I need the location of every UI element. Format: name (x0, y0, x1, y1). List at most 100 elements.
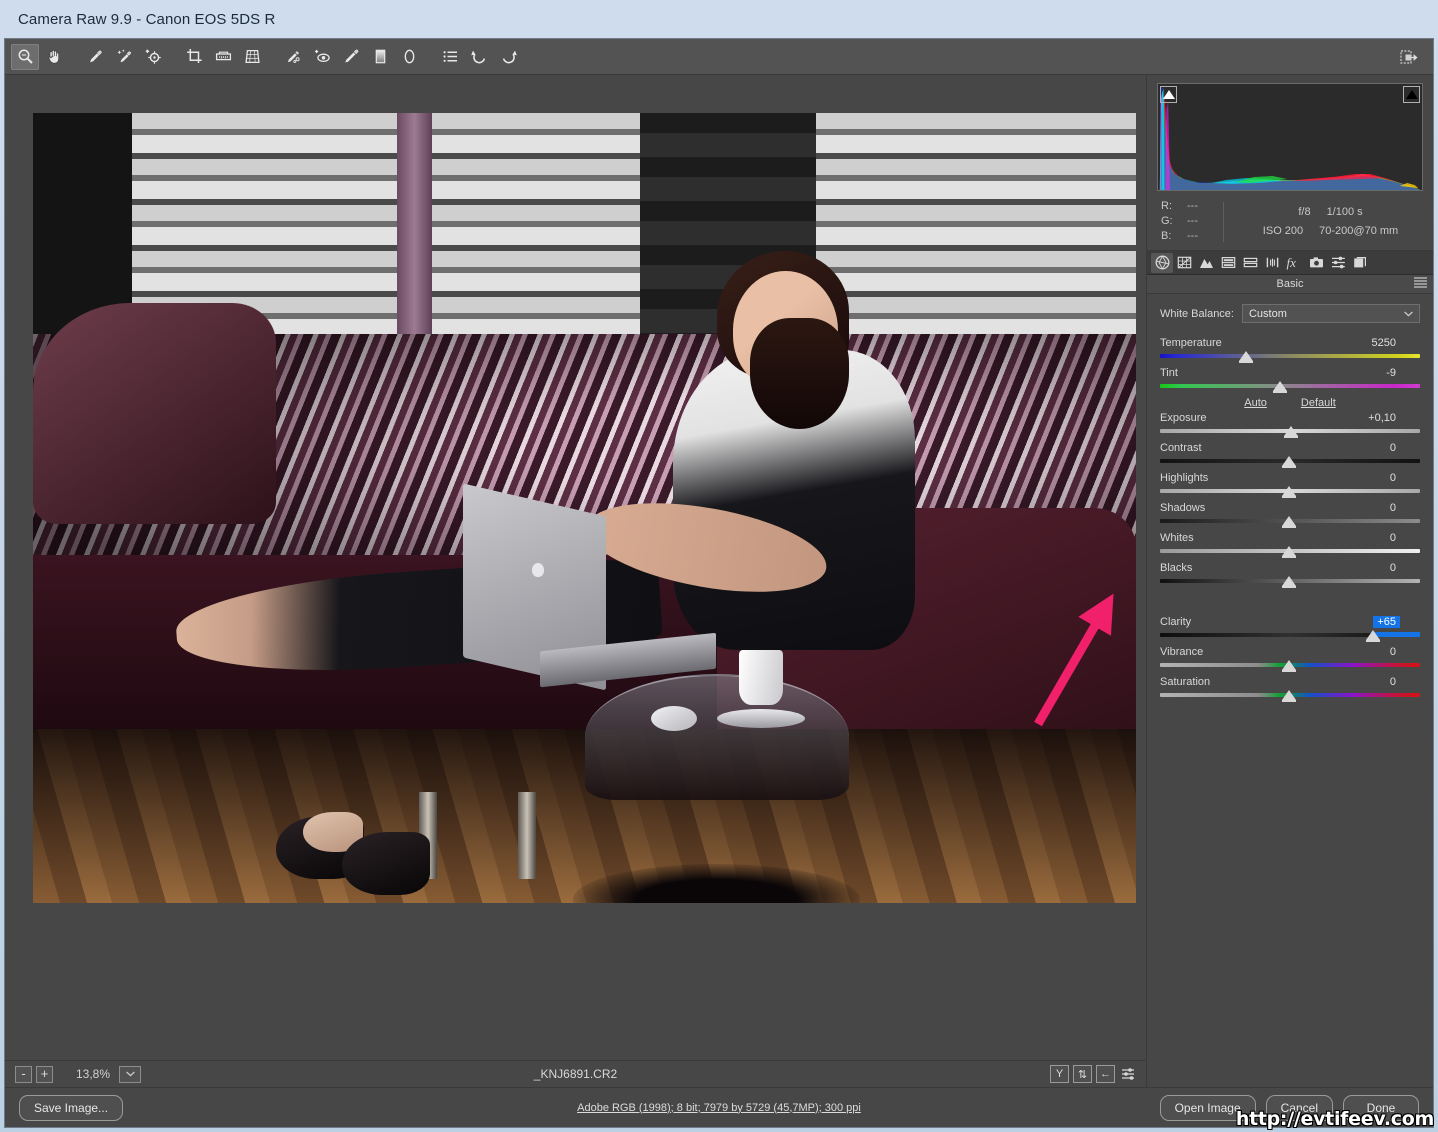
slider-value-exposure[interactable]: +0,10 (1368, 412, 1420, 424)
transform-tool[interactable] (238, 44, 266, 70)
slider-clarity[interactable]: Clarity +65 (1160, 616, 1420, 642)
slider-thumb-clarity[interactable] (1366, 630, 1380, 640)
tab-presets[interactable] (1327, 253, 1349, 273)
zoom-in-button[interactable]: + (36, 1066, 53, 1083)
slider-value-whites[interactable]: 0 (1390, 532, 1420, 544)
spot-removal-tool[interactable] (279, 44, 307, 70)
panel-title: Basic (1277, 278, 1304, 290)
slider-contrast[interactable]: Contrast 0 (1160, 442, 1420, 468)
tab-basic[interactable] (1151, 253, 1173, 273)
histogram[interactable] (1157, 83, 1423, 191)
presets-sliders-icon (1331, 255, 1346, 270)
rgb-label-b: B: (1161, 229, 1173, 244)
white-balance-tool[interactable] (81, 44, 109, 70)
adjustment-brush-tool[interactable] (337, 44, 365, 70)
exif-aperture: f/8 (1298, 203, 1310, 222)
zoom-level-dropdown[interactable] (119, 1066, 141, 1083)
slider-thumb-tint[interactable] (1273, 381, 1287, 391)
slider-thumb-contrast[interactable] (1282, 456, 1296, 466)
exif-iso: ISO 200 (1263, 222, 1303, 241)
red-eye-removal-tool[interactable] (308, 44, 336, 70)
histogram-plot (1158, 84, 1422, 190)
slider-track-temperature[interactable] (1160, 354, 1420, 358)
slider-track-tint[interactable] (1160, 384, 1420, 388)
slider-label-shadows: Shadows (1160, 502, 1205, 514)
panel-menu-button[interactable] (1414, 277, 1427, 291)
slider-whites[interactable]: Whites 0 (1160, 532, 1420, 558)
tab-tone-curve[interactable] (1173, 253, 1195, 273)
exif-info-row: R:--- G:--- B:--- f/8 1/100 s ISO 200 70… (1147, 193, 1433, 251)
slider-value-clarity[interactable]: +65 (1373, 616, 1400, 628)
right-panel: R:--- G:--- B:--- f/8 1/100 s ISO 200 70… (1146, 75, 1433, 1087)
slider-highlights[interactable]: Highlights 0 (1160, 472, 1420, 498)
camera-icon (1309, 255, 1324, 270)
rotate-cw-tool[interactable] (494, 44, 522, 70)
sliders-icon (1121, 1067, 1137, 1081)
zoom-tool[interactable] (11, 44, 39, 70)
slider-thumb-whites[interactable] (1282, 546, 1296, 556)
zoom-out-button[interactable]: - (15, 1066, 32, 1083)
tab-lens-corrections[interactable] (1261, 253, 1283, 273)
slider-thumb-vibrance[interactable] (1282, 660, 1296, 670)
shadow-clipping-icon (1163, 90, 1175, 99)
slider-value-saturation[interactable]: 0 (1390, 676, 1420, 688)
rotate-ccw-tool[interactable] (465, 44, 493, 70)
slider-temperature[interactable]: Temperature 5250 (1160, 337, 1420, 363)
slider-exposure[interactable]: Exposure +0,10 (1160, 412, 1420, 438)
shadow-clipping-indicator[interactable] (1160, 86, 1177, 103)
before-after-swap-button[interactable]: ⇅ (1073, 1065, 1092, 1083)
slider-thumb-shadows[interactable] (1282, 516, 1296, 526)
bottom-bar: Save Image... Adobe RGB (1998); 8 bit; 7… (5, 1087, 1433, 1127)
tab-split-toning[interactable] (1239, 253, 1261, 273)
slider-value-temperature[interactable]: 5250 (1372, 337, 1420, 349)
preferences-tool[interactable] (436, 44, 464, 70)
rgb-value-r: --- (1187, 199, 1198, 214)
slider-thumb-temperature[interactable] (1239, 351, 1253, 361)
slider-value-blacks[interactable]: 0 (1390, 562, 1420, 574)
slider-saturation[interactable]: Saturation 0 (1160, 676, 1420, 702)
tab-hsl-grayscale[interactable] (1217, 253, 1239, 273)
tab-detail[interactable] (1195, 253, 1217, 273)
targeted-adjustment-tool[interactable] (139, 44, 167, 70)
slider-thumb-blacks[interactable] (1282, 576, 1296, 586)
default-link[interactable]: Default (1301, 397, 1336, 409)
slider-thumb-highlights[interactable] (1282, 486, 1296, 496)
color-sampler-tool[interactable] (110, 44, 138, 70)
tab-snapshots[interactable] (1349, 253, 1371, 273)
lens-corrections-icon (1265, 255, 1280, 270)
slider-thumb-exposure[interactable] (1284, 426, 1298, 436)
radial-filter-tool[interactable] (395, 44, 423, 70)
slider-vibrance[interactable]: Vibrance 0 (1160, 646, 1420, 672)
crop-tool[interactable] (180, 44, 208, 70)
slider-shadows[interactable]: Shadows 0 (1160, 502, 1420, 528)
slider-value-vibrance[interactable]: 0 (1390, 646, 1420, 658)
white-balance-select[interactable]: Custom (1242, 304, 1420, 323)
save-image-button[interactable]: Save Image... (19, 1095, 123, 1121)
image-canvas[interactable] (5, 75, 1146, 1060)
preview-presets-button[interactable]: Y (1050, 1065, 1069, 1083)
basic-panel-body: White Balance: Custom Temperature 5250 (1147, 294, 1433, 1087)
straighten-tool[interactable] (209, 44, 237, 70)
tab-camera-calibration[interactable] (1305, 253, 1327, 273)
photo-mouse (651, 706, 697, 731)
preview-preferences-button[interactable] (1119, 1065, 1138, 1083)
slider-tint[interactable]: Tint -9 (1160, 367, 1420, 393)
panel-header: Basic (1147, 275, 1433, 294)
graduated-filter-tool[interactable] (366, 44, 394, 70)
slider-value-highlights[interactable]: 0 (1390, 472, 1420, 484)
hand-tool[interactable] (40, 44, 68, 70)
slider-value-tint[interactable]: -9 (1386, 367, 1420, 379)
slider-thumb-saturation[interactable] (1282, 690, 1296, 700)
slider-value-shadows[interactable]: 0 (1390, 502, 1420, 514)
slider-value-contrast[interactable]: 0 (1390, 442, 1420, 454)
highlight-clipping-indicator[interactable] (1403, 86, 1420, 103)
raw-photo-preview[interactable] (33, 113, 1136, 903)
slider-label-saturation: Saturation (1160, 676, 1210, 688)
copy-current-to-before-button[interactable]: ← (1096, 1065, 1115, 1083)
toggle-fullscreen-button[interactable] (1394, 44, 1422, 70)
auto-link[interactable]: Auto (1244, 397, 1267, 409)
white-balance-row: White Balance: Custom (1160, 304, 1420, 323)
rgb-label-g: G: (1161, 214, 1173, 229)
slider-blacks[interactable]: Blacks 0 (1160, 562, 1420, 588)
tab-effects[interactable]: fx (1283, 253, 1305, 273)
